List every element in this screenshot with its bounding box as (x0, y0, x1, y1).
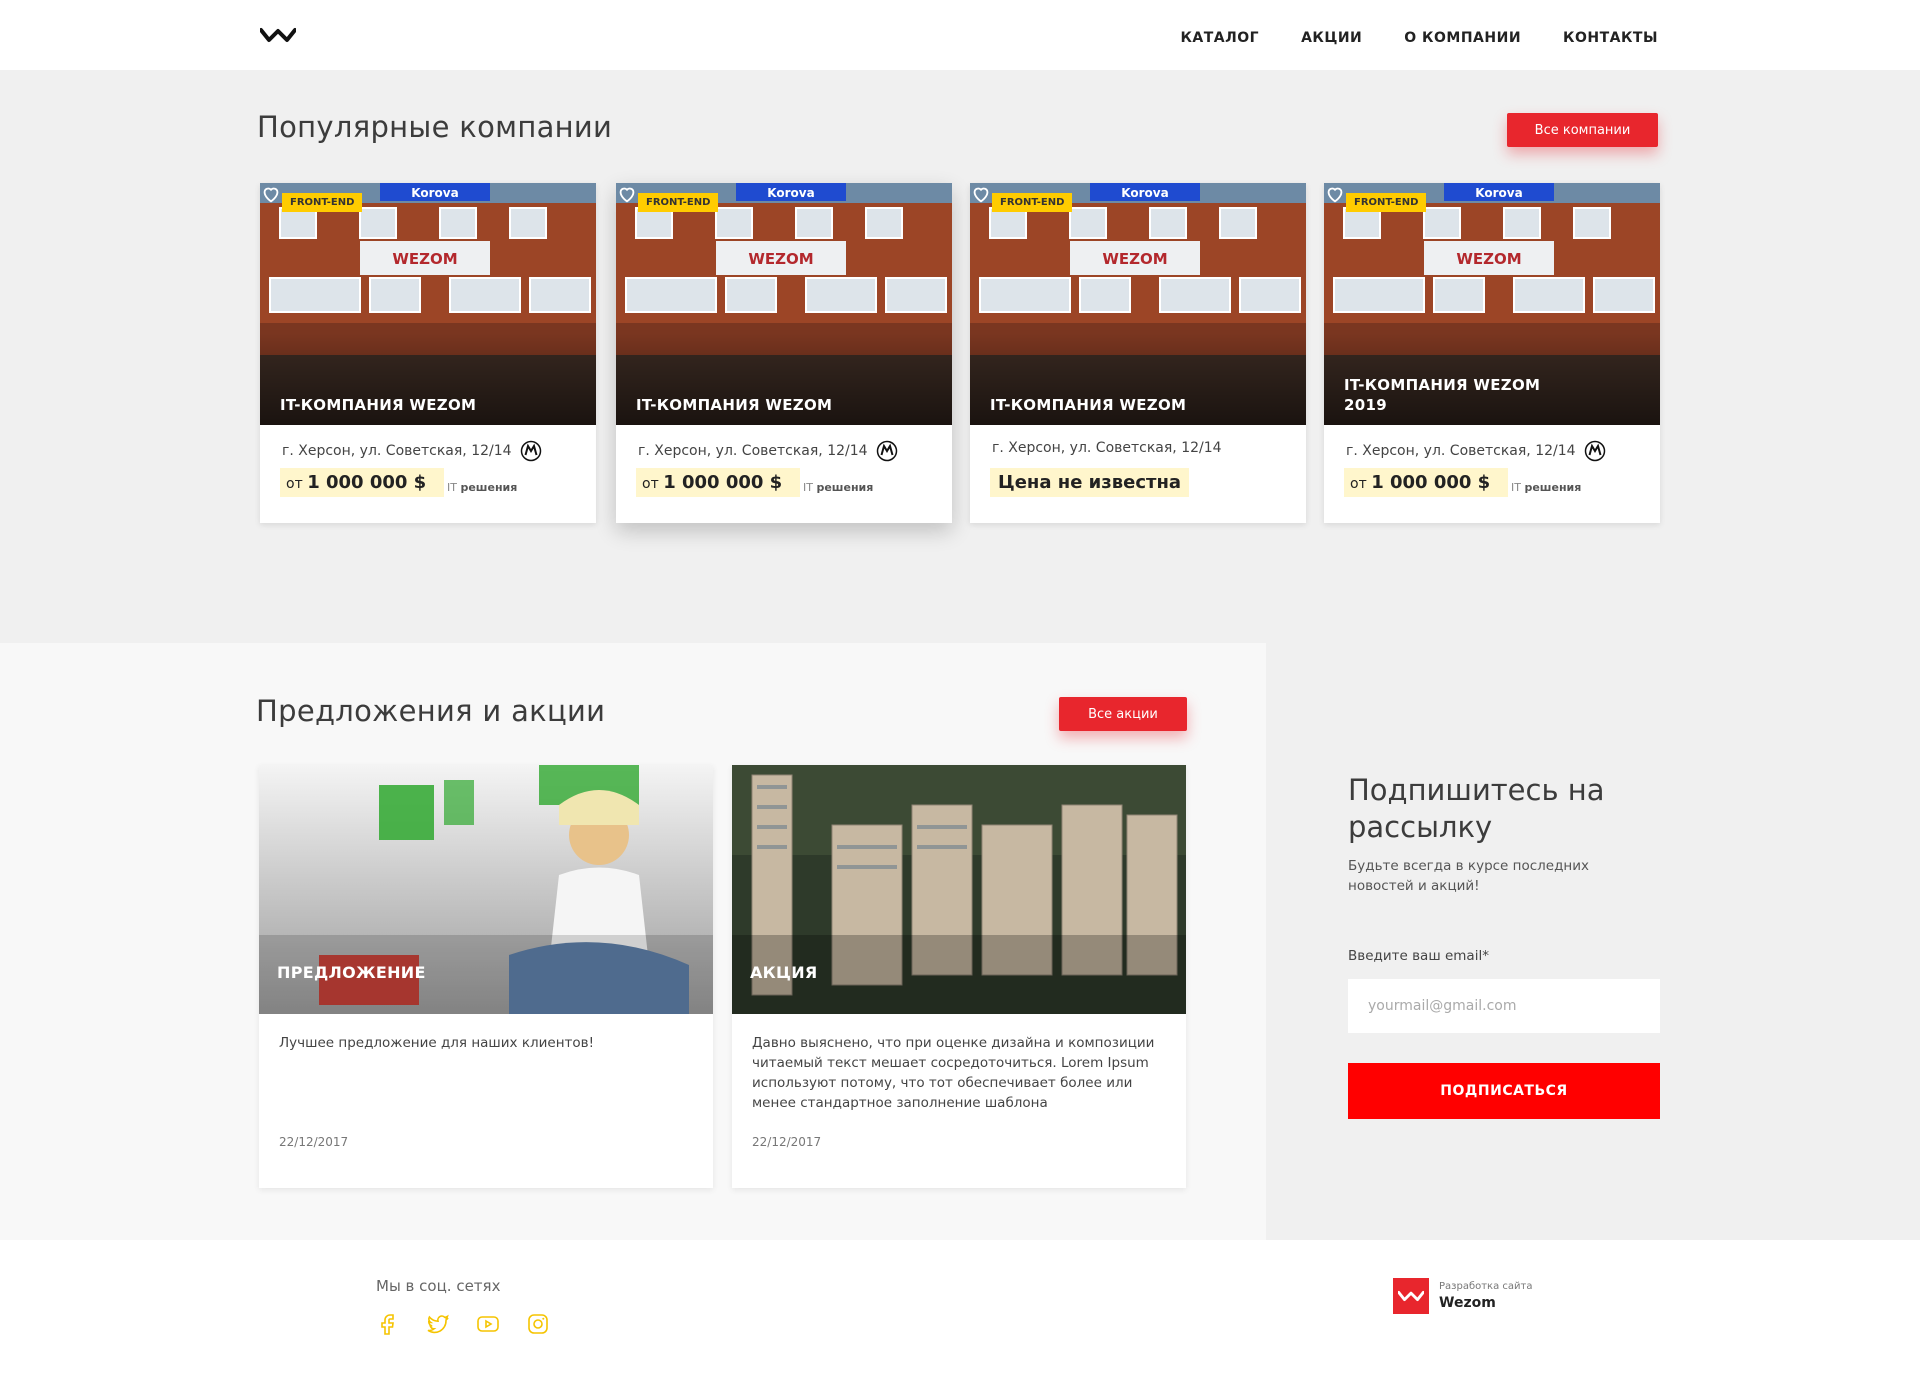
heart-icon[interactable] (616, 183, 638, 205)
offers-title: Предложения и акции (256, 694, 606, 728)
category-label: IT решения (803, 481, 874, 494)
email-label: Введите ваш email* (1348, 948, 1489, 964)
company-title[interactable]: IT-КОМПАНИЯ WEZOM (990, 395, 1286, 415)
social-title: Мы в соц. сетях (376, 1277, 501, 1295)
address-text: г. Херсон, ул. Советская, 12/14 (638, 443, 868, 459)
svg-text:Korova: Korova (767, 186, 814, 200)
email-input[interactable] (1348, 979, 1660, 1033)
footer (0, 1240, 1920, 1373)
category-badge: FRONT-END (638, 193, 719, 212)
company-card[interactable]: Korova WEZOM FRONT-END IT-КОМПАНИЯ WEZOM… (260, 183, 596, 523)
offer-image: ПРЕДЛОЖЕНИЕ (259, 765, 713, 1014)
company-image: Korova WEZOM FRONT-END IT-КОМПАНИЯ WEZOM (616, 183, 952, 425)
building-photo: Korova WEZOM (970, 183, 1306, 425)
developer-name: Wezom (1439, 1295, 1496, 1311)
price-tag: от 1 000 000 $ (280, 468, 445, 497)
category-label: IT решения (447, 481, 518, 494)
offer-tag: АКЦИЯ (750, 963, 818, 982)
nav-contacts[interactable]: КОНТАКТЫ (1563, 30, 1658, 46)
offer-image: АКЦИЯ (732, 765, 1186, 1014)
site-header: КАТАЛОГ АКЦИИ О КОМПАНИИ КОНТАКТЫ (0, 0, 1920, 70)
svg-text:Korova: Korova (1121, 186, 1168, 200)
company-title[interactable]: IT-КОМПАНИЯ WEZOM 2019 (1344, 375, 1570, 415)
company-title[interactable]: IT-КОМПАНИЯ WEZOM (636, 395, 932, 415)
company-card[interactable]: Korova WEZOM FRONT-END IT-КОМПАНИЯ WEZOM… (1324, 183, 1660, 523)
company-card[interactable]: Korova WEZOM FRONT-END IT-КОМПАНИЯ WEZOM… (616, 183, 952, 523)
heart-icon[interactable] (1324, 183, 1346, 205)
company-address: г. Херсон, ул. Советская, 12/14 (638, 440, 898, 462)
instagram-icon[interactable] (526, 1312, 550, 1336)
svg-text:WEZOM: WEZOM (1456, 250, 1521, 268)
offer-date: 22/12/2017 (752, 1135, 822, 1149)
developer-credit[interactable]: Разработка сайта Wezom (1393, 1278, 1533, 1314)
svg-text:WEZOM: WEZOM (392, 250, 457, 268)
svg-text:WEZOM: WEZOM (748, 250, 813, 268)
price-tag: от 1 000 000 $ (1344, 468, 1509, 497)
offer-card[interactable]: АКЦИЯ Давно выяснено, что при оценке диз… (732, 765, 1186, 1188)
offer-text: Лучшее предложение для наших клиентов! (279, 1035, 595, 1051)
address-text: г. Херсон, ул. Советская, 12/14 (282, 443, 512, 459)
social-links (376, 1312, 550, 1336)
popular-title: Популярные компании (257, 110, 613, 144)
youtube-icon[interactable] (476, 1312, 500, 1336)
wezom-logo-icon (1393, 1278, 1429, 1314)
category-badge: FRONT-END (992, 193, 1073, 212)
metro-icon (520, 440, 541, 462)
company-image: Korova WEZOM FRONT-END IT-КОМПАНИЯ WEZOM (970, 183, 1306, 425)
all-offers-button[interactable]: Все акции (1059, 697, 1187, 731)
category-label: IT решения (1511, 481, 1582, 494)
company-title[interactable]: IT-КОМПАНИЯ WEZOM (280, 395, 576, 415)
subscribe-text: Будьте всегда в курсе последних новостей… (1348, 858, 1590, 894)
offer-text: Давно выяснено, что при оценке дизайна и… (752, 1035, 1155, 1111)
subscribe-title: Подпишитесь на рассылку (1348, 773, 1605, 844)
heart-icon[interactable] (970, 183, 992, 205)
company-card[interactable]: Korova WEZOM FRONT-END IT-КОМПАНИЯ WEZOM… (970, 183, 1306, 523)
address-text: г. Херсон, ул. Советская, 12/14 (1346, 443, 1576, 459)
company-image: Korova WEZOM FRONT-END IT-КОМПАНИЯ WEZOM… (1324, 183, 1660, 425)
offer-date: 22/12/2017 (279, 1135, 349, 1149)
all-companies-button[interactable]: Все компании (1507, 113, 1658, 147)
nav-catalog[interactable]: КАТАЛОГ (1180, 30, 1259, 46)
svg-text:WEZOM: WEZOM (1102, 250, 1167, 268)
building-photo: Korova WEZOM (260, 183, 596, 425)
subscribe-section (1266, 643, 1920, 1240)
price-tag: Цена не известна (990, 468, 1190, 497)
subscribe-button[interactable]: ПОДПИСАТЬСЯ (1348, 1063, 1660, 1119)
company-image: Korova WEZOM FRONT-END IT-КОМПАНИЯ WEZOM (260, 183, 596, 425)
logo-icon[interactable] (260, 27, 296, 43)
metro-icon (876, 440, 897, 462)
developer-label: Разработка сайта (1439, 1281, 1533, 1292)
offer-card[interactable]: ПРЕДЛОЖЕНИЕ Лучшее предложение для наших… (259, 765, 713, 1188)
nav-promotions[interactable]: АКЦИИ (1301, 30, 1362, 46)
category-badge: FRONT-END (282, 193, 363, 212)
price-tag: от 1 000 000 $ (636, 468, 801, 497)
company-address: г. Херсон, ул. Советская, 12/14 (282, 440, 542, 462)
main-nav: КАТАЛОГ АКЦИИ О КОМПАНИИ КОНТАКТЫ (1180, 30, 1658, 46)
company-address: г. Херсон, ул. Советская, 12/14 (1346, 440, 1606, 462)
twitter-icon[interactable] (426, 1312, 450, 1336)
offer-tag: ПРЕДЛОЖЕНИЕ (277, 963, 426, 982)
nav-about[interactable]: О КОМПАНИИ (1404, 30, 1521, 46)
company-address: г. Херсон, ул. Советская, 12/14 (992, 440, 1222, 456)
building-photo: Korova WEZOM (616, 183, 952, 425)
facebook-icon[interactable] (376, 1312, 400, 1336)
metro-icon (1584, 440, 1605, 462)
category-badge: FRONT-END (1346, 193, 1427, 212)
heart-icon[interactable] (260, 183, 282, 205)
address-text: г. Херсон, ул. Советская, 12/14 (992, 440, 1222, 456)
svg-text:Korova: Korova (1475, 186, 1522, 200)
svg-text:Korova: Korova (411, 186, 458, 200)
